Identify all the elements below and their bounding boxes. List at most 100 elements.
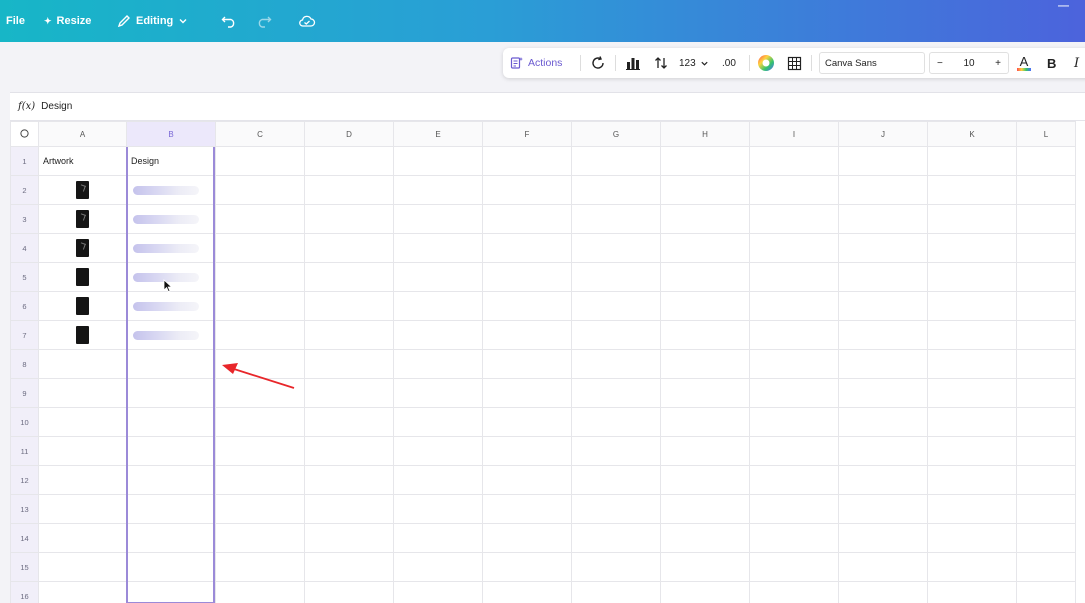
cell-g4[interactable] <box>571 233 661 263</box>
select-all-button[interactable] <box>10 121 39 147</box>
cell-b14[interactable] <box>126 523 216 553</box>
cell-h9[interactable] <box>660 378 750 408</box>
cell-c6[interactable] <box>215 291 305 321</box>
cell-g16[interactable] <box>571 581 661 603</box>
cell-a9[interactable] <box>38 378 127 408</box>
column-header-b[interactable]: B <box>126 121 216 147</box>
font-family-select[interactable]: Canva Sans <box>819 52 925 74</box>
cell-g2[interactable] <box>571 175 661 205</box>
cell-a1[interactable]: Artwork <box>38 146 127 176</box>
cell-e5[interactable] <box>393 262 483 292</box>
cell-j16[interactable] <box>838 581 928 603</box>
number-format-dropdown[interactable]: 123 <box>679 48 709 78</box>
cell-d1[interactable] <box>304 146 394 176</box>
row-header[interactable]: 9 <box>10 378 39 408</box>
cell-e4[interactable] <box>393 233 483 263</box>
cell-color-button[interactable] <box>757 48 775 78</box>
cell-c15[interactable] <box>215 552 305 582</box>
cell-d9[interactable] <box>304 378 394 408</box>
cell-j5[interactable] <box>838 262 928 292</box>
cell-b9[interactable] <box>126 378 216 408</box>
cell-j11[interactable] <box>838 436 928 466</box>
cell-f1[interactable] <box>482 146 572 176</box>
cell-d10[interactable] <box>304 407 394 437</box>
cell-i5[interactable] <box>749 262 839 292</box>
cell-d11[interactable] <box>304 436 394 466</box>
file-menu[interactable]: File <box>6 0 25 42</box>
cell-k2[interactable] <box>927 175 1017 205</box>
cell-j10[interactable] <box>838 407 928 437</box>
cell-f8[interactable] <box>482 349 572 379</box>
cell-e7[interactable] <box>393 320 483 350</box>
row-header[interactable]: 13 <box>10 494 39 524</box>
cell-g6[interactable] <box>571 291 661 321</box>
cell-c11[interactable] <box>215 436 305 466</box>
cell-e3[interactable] <box>393 204 483 234</box>
refresh-button[interactable] <box>590 48 606 78</box>
cell-b4[interactable] <box>126 233 216 263</box>
cell-l11[interactable] <box>1016 436 1076 466</box>
cell-e6[interactable] <box>393 291 483 321</box>
cell-a5[interactable] <box>38 262 127 292</box>
font-size-stepper[interactable]: − 10 + <box>929 52 1009 74</box>
cell-f4[interactable] <box>482 233 572 263</box>
cell-h6[interactable] <box>660 291 750 321</box>
cell-i15[interactable] <box>749 552 839 582</box>
cell-j9[interactable] <box>838 378 928 408</box>
cell-g5[interactable] <box>571 262 661 292</box>
cell-l2[interactable] <box>1016 175 1076 205</box>
cell-j7[interactable] <box>838 320 928 350</box>
cell-l6[interactable] <box>1016 291 1076 321</box>
cell-b8[interactable] <box>126 349 216 379</box>
cell-g15[interactable] <box>571 552 661 582</box>
cell-c2[interactable] <box>215 175 305 205</box>
cell-j12[interactable] <box>838 465 928 495</box>
cell-k1[interactable] <box>927 146 1017 176</box>
cell-l13[interactable] <box>1016 494 1076 524</box>
cell-j13[interactable] <box>838 494 928 524</box>
cell-k5[interactable] <box>927 262 1017 292</box>
cell-i6[interactable] <box>749 291 839 321</box>
cell-h5[interactable] <box>660 262 750 292</box>
column-header-e[interactable]: E <box>393 121 483 147</box>
cell-c7[interactable] <box>215 320 305 350</box>
cell-f11[interactable] <box>482 436 572 466</box>
cell-i7[interactable] <box>749 320 839 350</box>
undo-button[interactable] <box>221 0 237 42</box>
cell-i2[interactable] <box>749 175 839 205</box>
cell-h3[interactable] <box>660 204 750 234</box>
cell-d3[interactable] <box>304 204 394 234</box>
column-header-c[interactable]: C <box>215 121 305 147</box>
cell-b11[interactable] <box>126 436 216 466</box>
cell-f10[interactable] <box>482 407 572 437</box>
cell-l8[interactable] <box>1016 349 1076 379</box>
window-minimize-icon[interactable]: — <box>1058 0 1069 12</box>
cell-a4[interactable] <box>38 233 127 263</box>
cell-a11[interactable] <box>38 436 127 466</box>
cell-b10[interactable] <box>126 407 216 437</box>
cell-a15[interactable] <box>38 552 127 582</box>
cell-c10[interactable] <box>215 407 305 437</box>
cell-h14[interactable] <box>660 523 750 553</box>
cell-h15[interactable] <box>660 552 750 582</box>
row-header[interactable]: 6 <box>10 291 39 321</box>
text-color-button[interactable]: A <box>1017 48 1031 78</box>
cell-e12[interactable] <box>393 465 483 495</box>
cell-j4[interactable] <box>838 233 928 263</box>
column-header-d[interactable]: D <box>304 121 394 147</box>
row-header[interactable]: 5 <box>10 262 39 292</box>
cell-e14[interactable] <box>393 523 483 553</box>
cell-f14[interactable] <box>482 523 572 553</box>
cell-j2[interactable] <box>838 175 928 205</box>
cell-g12[interactable] <box>571 465 661 495</box>
resize-button[interactable]: ✦ Resize <box>44 0 91 42</box>
cell-d6[interactable] <box>304 291 394 321</box>
cell-d7[interactable] <box>304 320 394 350</box>
cell-h1[interactable] <box>660 146 750 176</box>
cell-k4[interactable] <box>927 233 1017 263</box>
cell-i14[interactable] <box>749 523 839 553</box>
cell-d14[interactable] <box>304 523 394 553</box>
cell-l1[interactable] <box>1016 146 1076 176</box>
cell-i9[interactable] <box>749 378 839 408</box>
row-header[interactable]: 10 <box>10 407 39 437</box>
